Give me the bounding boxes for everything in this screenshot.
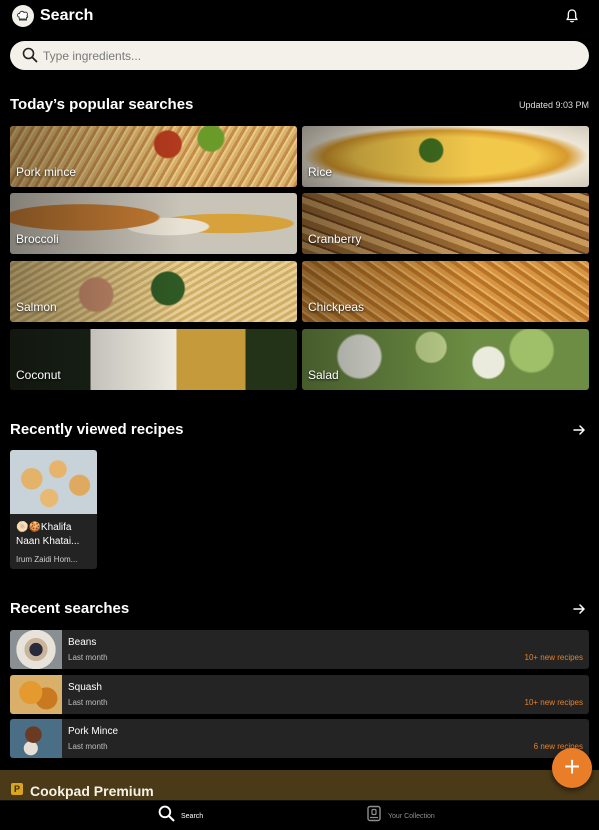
recent-search-row[interactable]: Squash Last month 10+ new recipes xyxy=(10,675,589,714)
arrow-right-icon[interactable] xyxy=(572,423,586,437)
recent-search-time: Last month xyxy=(68,653,108,662)
tile-label: Chickpeas xyxy=(308,300,365,314)
bottom-nav: Search Your Collection xyxy=(0,800,599,830)
nav-search[interactable]: Search xyxy=(158,805,204,827)
recent-search-thumbnail xyxy=(10,719,62,758)
bell-icon[interactable] xyxy=(564,8,580,24)
popular-tile-coconut[interactable]: Coconut xyxy=(10,329,297,390)
new-recipes-badge: 10+ new recipes xyxy=(524,653,583,662)
chef-hat-logo-icon[interactable] xyxy=(12,5,34,27)
tile-label: Broccoli xyxy=(16,232,59,246)
recent-search-row[interactable]: Beans Last month 10+ new recipes xyxy=(10,630,589,669)
popular-tile-pork-mince[interactable]: Pork mince xyxy=(10,126,297,187)
premium-title: Cookpad Premium xyxy=(30,783,154,799)
tile-label: Salmon xyxy=(16,300,57,314)
recent-search-name: Beans xyxy=(68,637,97,648)
recent-search-time: Last month xyxy=(68,698,108,707)
recent-search-row[interactable]: Pork Mince Last month 6 new recipes xyxy=(10,719,589,758)
search-icon xyxy=(158,805,175,827)
collection-book-icon xyxy=(366,805,382,827)
tile-label: Pork mince xyxy=(16,165,77,179)
updated-time: Updated 9:03 PM xyxy=(518,100,589,110)
popular-tile-salad[interactable]: Salad xyxy=(302,329,589,390)
premium-banner[interactable]: P Cookpad Premium xyxy=(0,770,599,800)
tile-label: Cranberry xyxy=(308,232,362,246)
recipe-title: 🫓🍪Khalifa Naan Khatai... xyxy=(16,522,80,547)
add-recipe-button[interactable]: + xyxy=(552,748,592,788)
search-bar[interactable] xyxy=(10,41,589,70)
tile-label: Coconut xyxy=(16,368,61,382)
recipe-thumbnail xyxy=(10,450,97,514)
new-recipes-badge: 10+ new recipes xyxy=(524,698,583,707)
search-icon xyxy=(22,47,38,68)
tile-label: Rice xyxy=(308,165,333,179)
popular-searches-grid: Pork mince Rice Broccoli Cranberry Salmo… xyxy=(10,126,589,390)
nav-search-label: Search xyxy=(181,812,204,820)
popular-tile-salmon[interactable]: Salmon xyxy=(10,261,297,322)
recipe-author: Irum Zaidi Hom... xyxy=(16,555,78,564)
nav-your-collection[interactable]: Your Collection xyxy=(366,805,435,827)
recent-searches-title: Recent searches xyxy=(10,600,130,617)
popular-tile-chickpeas[interactable]: Chickpeas xyxy=(302,261,589,322)
popular-tile-rice[interactable]: Rice xyxy=(302,126,589,187)
premium-icon: P xyxy=(11,783,23,795)
arrow-right-icon[interactable] xyxy=(572,602,586,616)
recent-search-name: Squash xyxy=(68,682,102,693)
page-title: Search xyxy=(40,7,94,24)
recent-search-name: Pork Mince xyxy=(68,726,119,737)
app-header: Search xyxy=(0,0,599,34)
popular-tile-broccoli[interactable]: Broccoli xyxy=(10,193,297,254)
recent-search-thumbnail xyxy=(10,630,62,669)
nav-collection-label: Your Collection xyxy=(388,812,435,820)
popular-tile-cranberry[interactable]: Cranberry xyxy=(302,193,589,254)
recipe-card[interactable]: 🫓🍪Khalifa Naan Khatai... Irum Zaidi Hom.… xyxy=(10,450,97,569)
tile-label: Salad xyxy=(308,368,339,382)
recent-search-thumbnail xyxy=(10,675,62,714)
popular-searches-title: Today’s popular searches xyxy=(10,96,194,113)
recently-viewed-title: Recently viewed recipes xyxy=(10,421,184,438)
recent-search-time: Last month xyxy=(68,742,108,751)
search-input[interactable] xyxy=(43,46,573,65)
